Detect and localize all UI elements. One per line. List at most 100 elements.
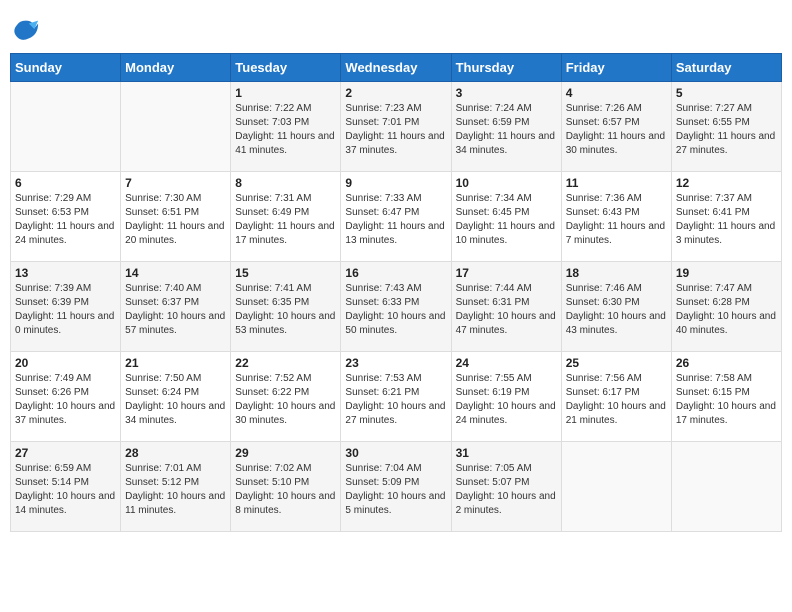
header-thursday: Thursday <box>451 54 561 82</box>
daylight-text: Daylight: 11 hours and 3 minutes. <box>676 220 777 248</box>
calendar-cell: 9 Sunrise: 7:33 AM Sunset: 6:47 PM Dayli… <box>341 172 451 262</box>
sunrise-text: Sunrise: 7:05 AM <box>456 462 557 476</box>
daylight-text: Daylight: 10 hours and 50 minutes. <box>345 310 446 338</box>
calendar-cell: 10 Sunrise: 7:34 AM Sunset: 6:45 PM Dayl… <box>451 172 561 262</box>
sunset-text: Sunset: 6:57 PM <box>566 116 667 130</box>
sunrise-text: Sunrise: 7:50 AM <box>125 372 226 386</box>
sunrise-text: Sunrise: 7:27 AM <box>676 102 777 116</box>
cell-details: Sunrise: 7:24 AM Sunset: 6:59 PM Dayligh… <box>456 102 557 158</box>
daylight-text: Daylight: 11 hours and 34 minutes. <box>456 130 557 158</box>
day-number: 24 <box>456 356 557 370</box>
sunset-text: Sunset: 6:51 PM <box>125 206 226 220</box>
day-number: 26 <box>676 356 777 370</box>
calendar-cell: 15 Sunrise: 7:41 AM Sunset: 6:35 PM Dayl… <box>231 262 341 352</box>
calendar-cell <box>11 82 121 172</box>
day-number: 4 <box>566 86 667 100</box>
day-number: 31 <box>456 446 557 460</box>
sunset-text: Sunset: 5:07 PM <box>456 476 557 490</box>
daylight-text: Daylight: 10 hours and 47 minutes. <box>456 310 557 338</box>
calendar-cell: 19 Sunrise: 7:47 AM Sunset: 6:28 PM Dayl… <box>671 262 781 352</box>
calendar-cell: 13 Sunrise: 7:39 AM Sunset: 6:39 PM Dayl… <box>11 262 121 352</box>
day-number: 10 <box>456 176 557 190</box>
day-number: 17 <box>456 266 557 280</box>
sunrise-text: Sunrise: 7:26 AM <box>566 102 667 116</box>
cell-details: Sunrise: 7:02 AM Sunset: 5:10 PM Dayligh… <box>235 462 336 518</box>
sunset-text: Sunset: 6:24 PM <box>125 386 226 400</box>
calendar-cell: 23 Sunrise: 7:53 AM Sunset: 6:21 PM Dayl… <box>341 352 451 442</box>
calendar-cell: 1 Sunrise: 7:22 AM Sunset: 7:03 PM Dayli… <box>231 82 341 172</box>
day-number: 8 <box>235 176 336 190</box>
header-saturday: Saturday <box>671 54 781 82</box>
daylight-text: Daylight: 10 hours and 30 minutes. <box>235 400 336 428</box>
sunrise-text: Sunrise: 7:36 AM <box>566 192 667 206</box>
header-friday: Friday <box>561 54 671 82</box>
daylight-text: Daylight: 10 hours and 24 minutes. <box>456 400 557 428</box>
day-number: 18 <box>566 266 667 280</box>
sunset-text: Sunset: 6:41 PM <box>676 206 777 220</box>
day-number: 1 <box>235 86 336 100</box>
day-number: 12 <box>676 176 777 190</box>
sunrise-text: Sunrise: 7:46 AM <box>566 282 667 296</box>
calendar-cell: 29 Sunrise: 7:02 AM Sunset: 5:10 PM Dayl… <box>231 442 341 532</box>
daylight-text: Daylight: 11 hours and 7 minutes. <box>566 220 667 248</box>
cell-details: Sunrise: 7:46 AM Sunset: 6:30 PM Dayligh… <box>566 282 667 338</box>
day-number: 14 <box>125 266 226 280</box>
calendar-cell: 21 Sunrise: 7:50 AM Sunset: 6:24 PM Dayl… <box>121 352 231 442</box>
logo <box>10 16 40 45</box>
sunset-text: Sunset: 6:19 PM <box>456 386 557 400</box>
sunrise-text: Sunrise: 7:41 AM <box>235 282 336 296</box>
calendar-cell: 8 Sunrise: 7:31 AM Sunset: 6:49 PM Dayli… <box>231 172 341 262</box>
day-number: 27 <box>15 446 116 460</box>
day-number: 5 <box>676 86 777 100</box>
cell-details: Sunrise: 7:53 AM Sunset: 6:21 PM Dayligh… <box>345 372 446 428</box>
calendar-cell: 27 Sunrise: 6:59 AM Sunset: 5:14 PM Dayl… <box>11 442 121 532</box>
cell-details: Sunrise: 7:01 AM Sunset: 5:12 PM Dayligh… <box>125 462 226 518</box>
daylight-text: Daylight: 11 hours and 20 minutes. <box>125 220 226 248</box>
calendar-cell: 11 Sunrise: 7:36 AM Sunset: 6:43 PM Dayl… <box>561 172 671 262</box>
sunrise-text: Sunrise: 7:55 AM <box>456 372 557 386</box>
cell-details: Sunrise: 7:27 AM Sunset: 6:55 PM Dayligh… <box>676 102 777 158</box>
sunset-text: Sunset: 6:22 PM <box>235 386 336 400</box>
daylight-text: Daylight: 10 hours and 17 minutes. <box>676 400 777 428</box>
daylight-text: Daylight: 11 hours and 24 minutes. <box>15 220 116 248</box>
header-monday: Monday <box>121 54 231 82</box>
sunset-text: Sunset: 5:12 PM <box>125 476 226 490</box>
sunset-text: Sunset: 6:35 PM <box>235 296 336 310</box>
daylight-text: Daylight: 11 hours and 10 minutes. <box>456 220 557 248</box>
sunset-text: Sunset: 6:59 PM <box>456 116 557 130</box>
cell-details: Sunrise: 7:37 AM Sunset: 6:41 PM Dayligh… <box>676 192 777 248</box>
header-tuesday: Tuesday <box>231 54 341 82</box>
sunset-text: Sunset: 6:47 PM <box>345 206 446 220</box>
day-number: 25 <box>566 356 667 370</box>
cell-details: Sunrise: 7:40 AM Sunset: 6:37 PM Dayligh… <box>125 282 226 338</box>
day-number: 22 <box>235 356 336 370</box>
day-number: 23 <box>345 356 446 370</box>
cell-details: Sunrise: 7:52 AM Sunset: 6:22 PM Dayligh… <box>235 372 336 428</box>
sunrise-text: Sunrise: 7:53 AM <box>345 372 446 386</box>
calendar-cell: 14 Sunrise: 7:40 AM Sunset: 6:37 PM Dayl… <box>121 262 231 352</box>
calendar-cell: 30 Sunrise: 7:04 AM Sunset: 5:09 PM Dayl… <box>341 442 451 532</box>
daylight-text: Daylight: 10 hours and 40 minutes. <box>676 310 777 338</box>
cell-details: Sunrise: 7:43 AM Sunset: 6:33 PM Dayligh… <box>345 282 446 338</box>
calendar-cell: 31 Sunrise: 7:05 AM Sunset: 5:07 PM Dayl… <box>451 442 561 532</box>
calendar-week-row: 1 Sunrise: 7:22 AM Sunset: 7:03 PM Dayli… <box>11 82 782 172</box>
daylight-text: Daylight: 10 hours and 53 minutes. <box>235 310 336 338</box>
cell-details: Sunrise: 7:31 AM Sunset: 6:49 PM Dayligh… <box>235 192 336 248</box>
sunrise-text: Sunrise: 7:04 AM <box>345 462 446 476</box>
day-number: 15 <box>235 266 336 280</box>
sunrise-text: Sunrise: 7:02 AM <box>235 462 336 476</box>
daylight-text: Daylight: 11 hours and 41 minutes. <box>235 130 336 158</box>
sunset-text: Sunset: 6:43 PM <box>566 206 667 220</box>
sunrise-text: Sunrise: 7:58 AM <box>676 372 777 386</box>
daylight-text: Daylight: 11 hours and 37 minutes. <box>345 130 446 158</box>
day-number: 21 <box>125 356 226 370</box>
day-number: 28 <box>125 446 226 460</box>
calendar-week-row: 6 Sunrise: 7:29 AM Sunset: 6:53 PM Dayli… <box>11 172 782 262</box>
calendar-cell: 25 Sunrise: 7:56 AM Sunset: 6:17 PM Dayl… <box>561 352 671 442</box>
sunset-text: Sunset: 6:15 PM <box>676 386 777 400</box>
daylight-text: Daylight: 11 hours and 17 minutes. <box>235 220 336 248</box>
sunset-text: Sunset: 6:31 PM <box>456 296 557 310</box>
daylight-text: Daylight: 11 hours and 13 minutes. <box>345 220 446 248</box>
sunrise-text: Sunrise: 7:30 AM <box>125 192 226 206</box>
calendar-cell: 24 Sunrise: 7:55 AM Sunset: 6:19 PM Dayl… <box>451 352 561 442</box>
